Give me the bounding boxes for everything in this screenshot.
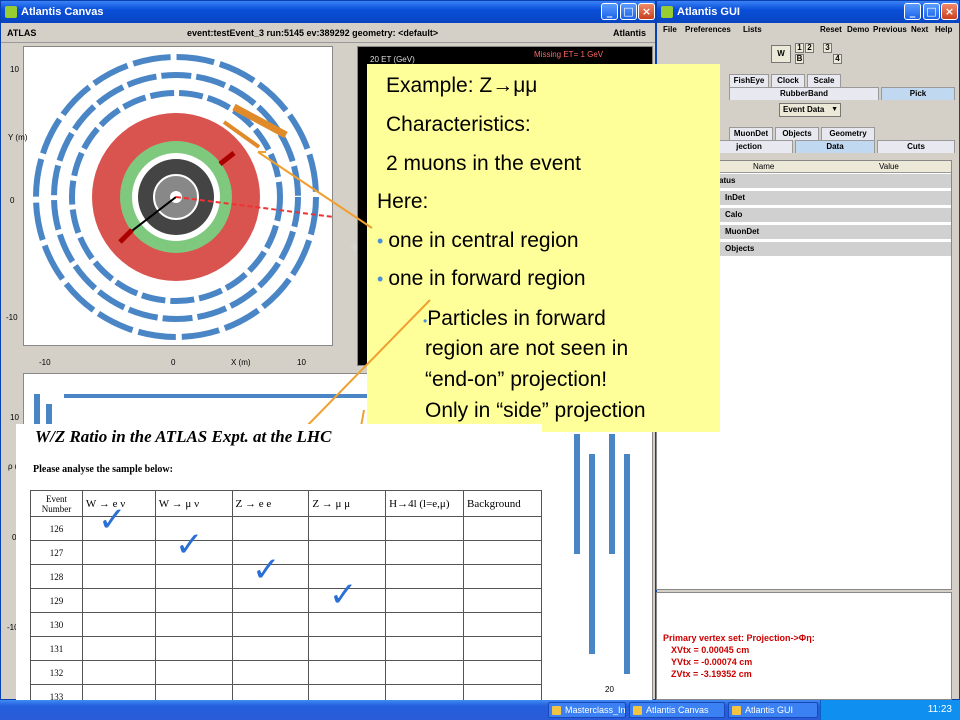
connector-line [304, 299, 431, 429]
classification-cell[interactable] [385, 564, 465, 589]
classification-cell[interactable] [463, 588, 542, 613]
table-row: 129 [30, 588, 542, 613]
classification-cell[interactable] [308, 636, 387, 661]
event-number-cell: 132 [30, 660, 83, 685]
col-z-ee: Z → e e [231, 490, 310, 517]
classification-cell[interactable] [231, 612, 310, 637]
classification-cell[interactable] [231, 516, 310, 541]
col-w-munu: W → μ ν [154, 490, 233, 517]
classification-cell[interactable] [81, 588, 156, 613]
classification-cell[interactable] [463, 540, 542, 565]
event-number-cell: 131 [30, 636, 83, 661]
classification-cell[interactable] [308, 516, 387, 541]
classification-cell[interactable] [231, 636, 310, 661]
table-row: 128 [30, 564, 542, 589]
col-event-number: Event Number [30, 490, 83, 517]
system-tray: 11:23 [820, 700, 960, 720]
task-label: Atlantis Canvas [646, 705, 709, 715]
connector-line [257, 151, 373, 229]
classification-cell[interactable] [385, 612, 465, 637]
check-icon: ✓ [98, 500, 127, 540]
table-row: 130 [30, 612, 542, 637]
classification-cell[interactable] [463, 660, 542, 685]
check-icon: ✓ [329, 575, 358, 615]
classification-cell[interactable] [81, 636, 156, 661]
classification-cell[interactable] [81, 660, 156, 685]
classification-cell[interactable] [308, 660, 387, 685]
document-icon [552, 706, 561, 715]
classification-cell[interactable] [463, 612, 542, 637]
classification-cell[interactable] [385, 660, 465, 685]
task-label: Masterclass_Int... [565, 705, 626, 715]
taskbar: Masterclass_Int... Atlantis Canvas Atlan… [0, 700, 960, 720]
classification-cell[interactable] [308, 612, 387, 637]
app-icon [633, 706, 642, 715]
screen: Atlantis Canvas _ □ × ATLAS event:testEv… [0, 0, 960, 720]
worksheet-subtitle: Please analyse the sample below: [33, 464, 173, 475]
task-atlantis-canvas[interactable]: Atlantis Canvas [629, 702, 725, 718]
event-number-cell: 129 [30, 588, 83, 613]
classification-cell[interactable] [385, 540, 465, 565]
classification-cell[interactable] [154, 564, 233, 589]
classification-cell[interactable] [308, 540, 387, 565]
task-masterclass[interactable]: Masterclass_Int... [548, 702, 626, 718]
classification-cell[interactable] [385, 636, 465, 661]
col-background: Background [463, 490, 542, 517]
classification-cell[interactable] [154, 588, 233, 613]
check-icon: ✓ [175, 525, 204, 565]
worksheet-table-body: 126127128129130131132133134 [30, 516, 542, 720]
event-number-cell: 126 [30, 516, 83, 541]
classification-cell[interactable] [81, 540, 156, 565]
app-icon [732, 706, 741, 715]
col-event-line1: Event [45, 493, 67, 504]
classification-cell[interactable] [385, 588, 465, 613]
worksheet: W/Z Ratio in the ATLAS Expt. at the LHC … [16, 424, 542, 720]
classification-cell[interactable] [463, 516, 542, 541]
col-z-mumu: Z → μ μ [308, 490, 387, 517]
classification-cell[interactable] [81, 612, 156, 637]
table-row: 132 [30, 660, 542, 685]
classification-cell[interactable] [463, 636, 542, 661]
classification-cell[interactable] [154, 612, 233, 637]
table-row: 127 [30, 540, 542, 565]
table-row: 131 [30, 636, 542, 661]
classification-cell[interactable] [154, 660, 233, 685]
clock: 11:23 [927, 704, 952, 715]
classification-cell[interactable] [231, 660, 310, 685]
task-label: Atlantis GUI [745, 705, 794, 715]
col-h-4l: H→4l (l=e,μ) [385, 490, 465, 517]
classification-cell[interactable] [385, 516, 465, 541]
event-number-cell: 127 [30, 540, 83, 565]
event-number-cell: 128 [30, 564, 83, 589]
event-number-cell: 130 [30, 612, 83, 637]
classification-cell[interactable] [81, 564, 156, 589]
col-event-line2: Number [41, 503, 72, 514]
task-atlantis-gui[interactable]: Atlantis GUI [728, 702, 818, 718]
worksheet-title: W/Z Ratio in the ATLAS Expt. at the LHC [35, 427, 332, 446]
classification-cell[interactable] [463, 564, 542, 589]
classification-cell[interactable] [231, 588, 310, 613]
check-icon: ✓ [252, 550, 281, 590]
classification-cell[interactable] [154, 636, 233, 661]
